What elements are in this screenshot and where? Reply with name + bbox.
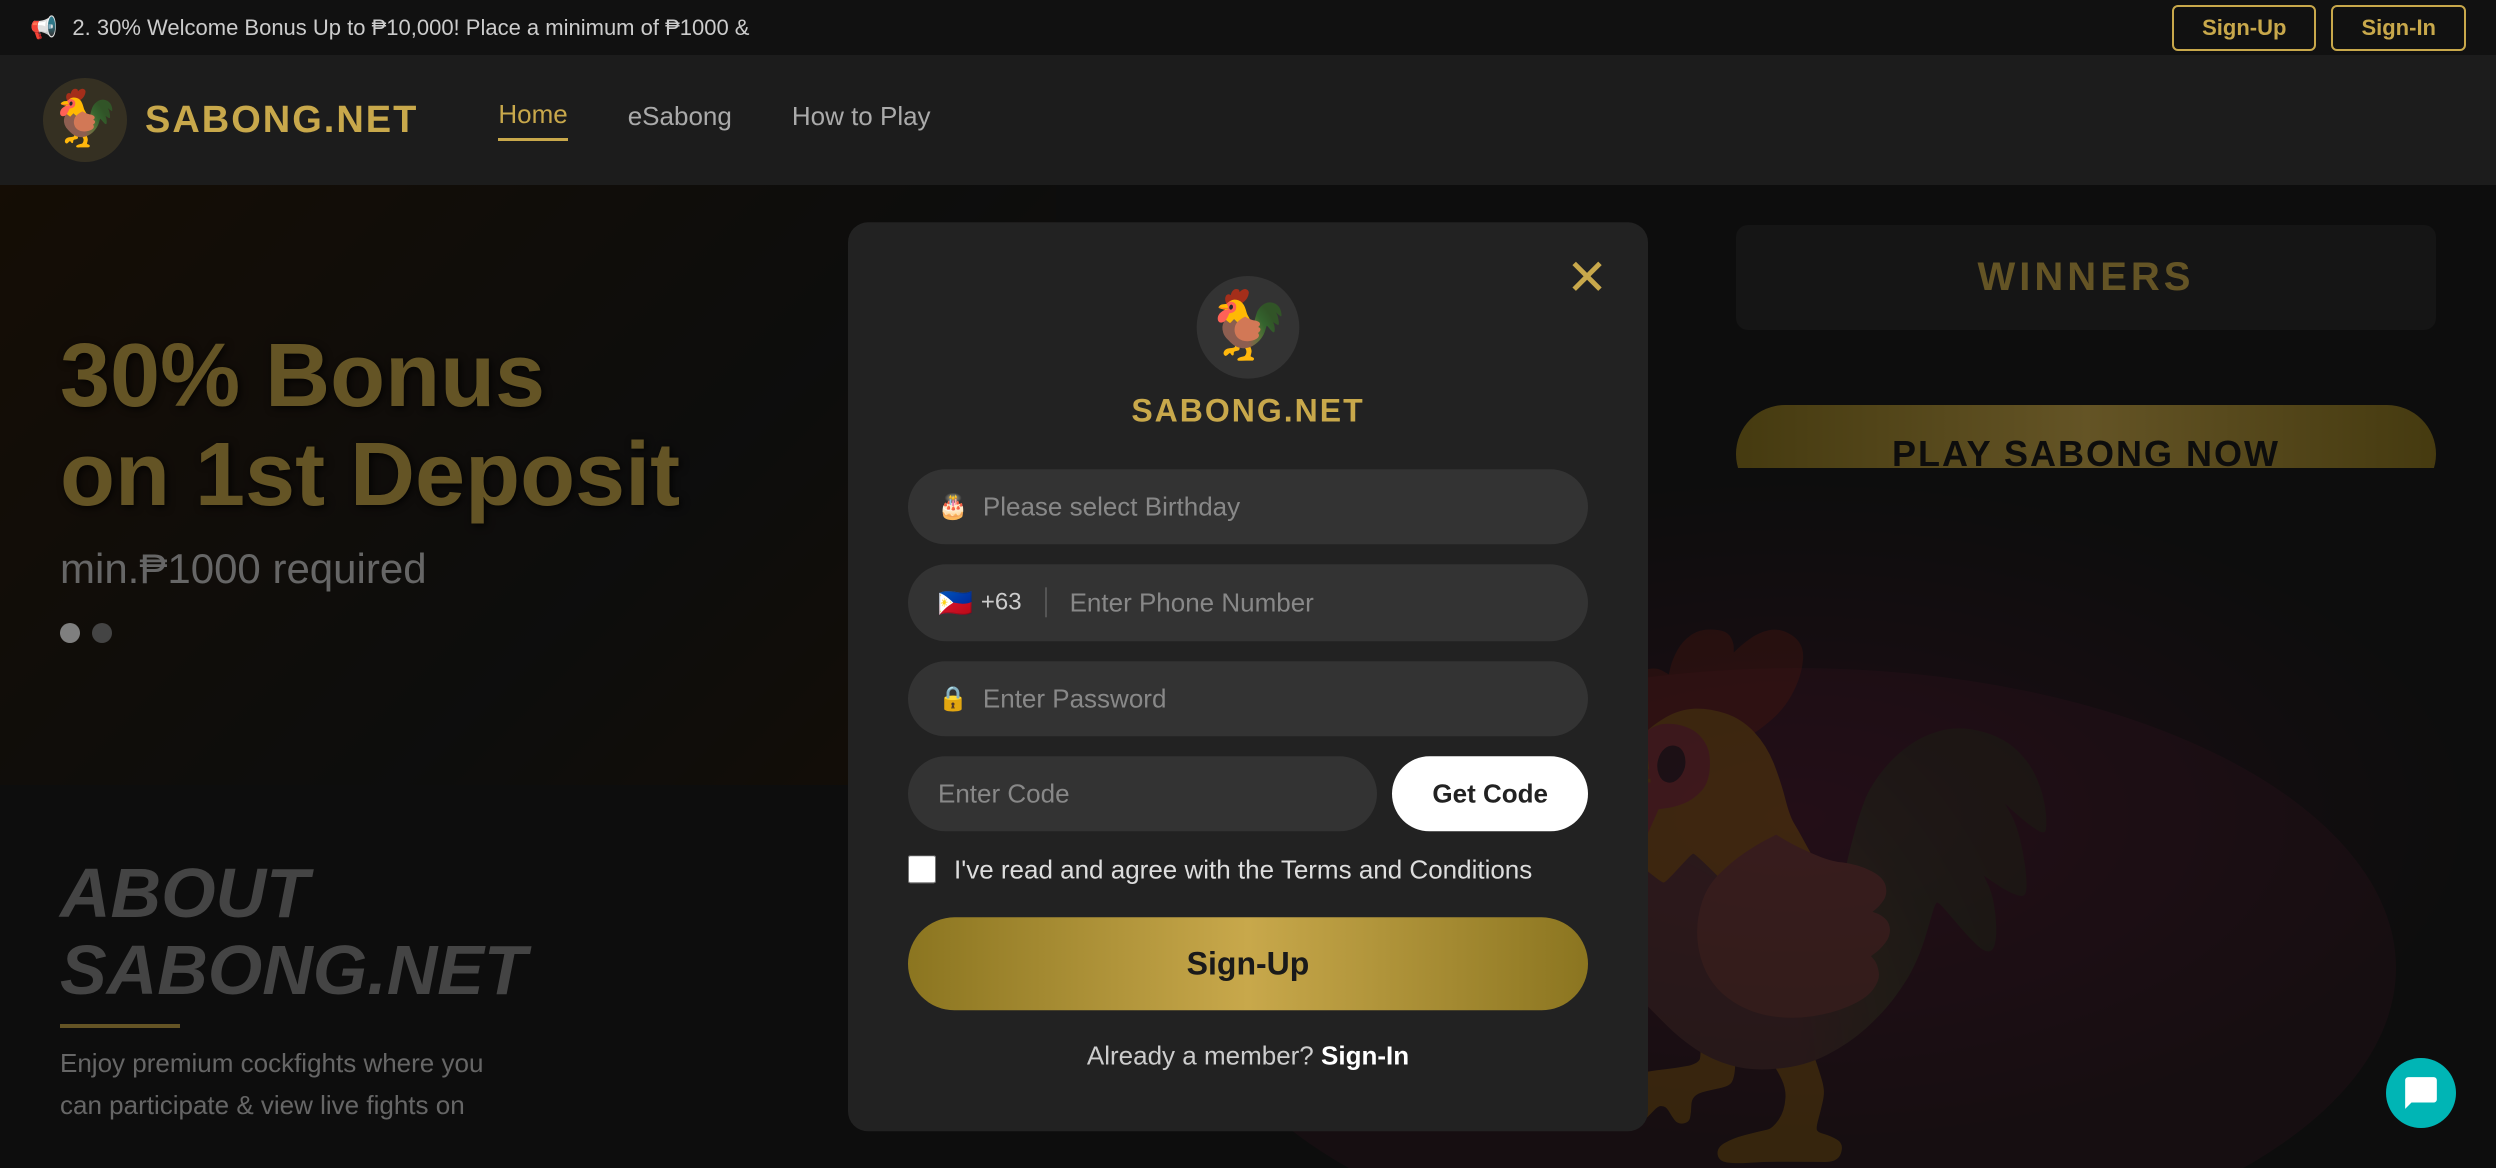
chat-icon [2402, 1074, 2440, 1112]
birthday-field[interactable]: 🎂 [908, 469, 1588, 544]
logo-icon: 🐓 [40, 75, 130, 165]
birthday-icon: 🎂 [938, 492, 968, 521]
logo-area: 🐓 SABONG.NET [40, 75, 418, 165]
birthday-input[interactable] [983, 491, 1558, 522]
phone-divider [1045, 587, 1047, 617]
chat-button[interactable] [2386, 1058, 2456, 1128]
already-member: Already a member? Sign-In [908, 1040, 1588, 1071]
phone-input[interactable] [1070, 587, 1558, 618]
password-field[interactable]: 🔒 [908, 661, 1588, 736]
modal-logo-icon: 🐓 [1193, 272, 1303, 382]
signup-button[interactable]: Sign-Up [908, 917, 1588, 1010]
get-code-button[interactable]: Get Code [1392, 756, 1588, 831]
password-icon: 🔒 [938, 684, 968, 713]
code-input[interactable] [938, 778, 1347, 809]
announcement-icon: 📢 [30, 15, 57, 41]
navbar: 🐓 SABONG.NET Home eSabong How to Play [0, 55, 2496, 185]
terms-row: I've read and agree with the Terms and C… [908, 851, 1588, 887]
password-input[interactable] [983, 683, 1558, 714]
nav-esabong[interactable]: eSabong [628, 101, 732, 140]
announcement-bar: 📢 2. 30% Welcome Bonus Up to ₱10,000! Pl… [0, 0, 2496, 55]
already-member-text: Already a member? [1087, 1040, 1314, 1070]
terms-checkbox[interactable] [908, 855, 936, 883]
nav-links: Home eSabong How to Play [498, 99, 930, 141]
signup-modal: ✕ 🐓 SABONG.NET 🎂 🇵🇭 +63 🔒 [848, 222, 1648, 1131]
phone-prefix: 🇵🇭 +63 [938, 586, 1022, 619]
modal-logo: 🐓 SABONG.NET [908, 272, 1588, 429]
nav-home[interactable]: Home [498, 99, 567, 141]
phone-field[interactable]: 🇵🇭 +63 [908, 564, 1588, 641]
top-signin-button[interactable]: Sign-In [2331, 5, 2466, 51]
logo-text: SABONG.NET [145, 99, 418, 142]
nav-how-to-play[interactable]: How to Play [792, 101, 931, 140]
announcement-message: 2. 30% Welcome Bonus Up to ₱10,000! Plac… [72, 15, 749, 41]
main-content: 30% Bonus on 1st Deposit min.₱1000 requi… [0, 185, 2496, 1168]
announcement-buttons: Sign-Up Sign-In [2172, 5, 2466, 51]
signin-link[interactable]: Sign-In [1321, 1040, 1409, 1070]
code-row: Get Code [908, 756, 1588, 831]
phone-prefix-number: +63 [981, 588, 1022, 616]
modal-close-button[interactable]: ✕ [1566, 252, 1608, 302]
code-input-wrap[interactable] [908, 756, 1377, 831]
phone-flag: 🇵🇭 [938, 586, 973, 619]
svg-text:🐓: 🐓 [1206, 287, 1290, 363]
svg-text:🐓: 🐓 [51, 87, 119, 150]
announcement-text: 📢 2. 30% Welcome Bonus Up to ₱10,000! Pl… [30, 15, 749, 41]
terms-text: I've read and agree with the Terms and C… [954, 851, 1532, 887]
top-signup-button[interactable]: Sign-Up [2172, 5, 2316, 51]
modal-logo-text: SABONG.NET [1131, 392, 1364, 429]
